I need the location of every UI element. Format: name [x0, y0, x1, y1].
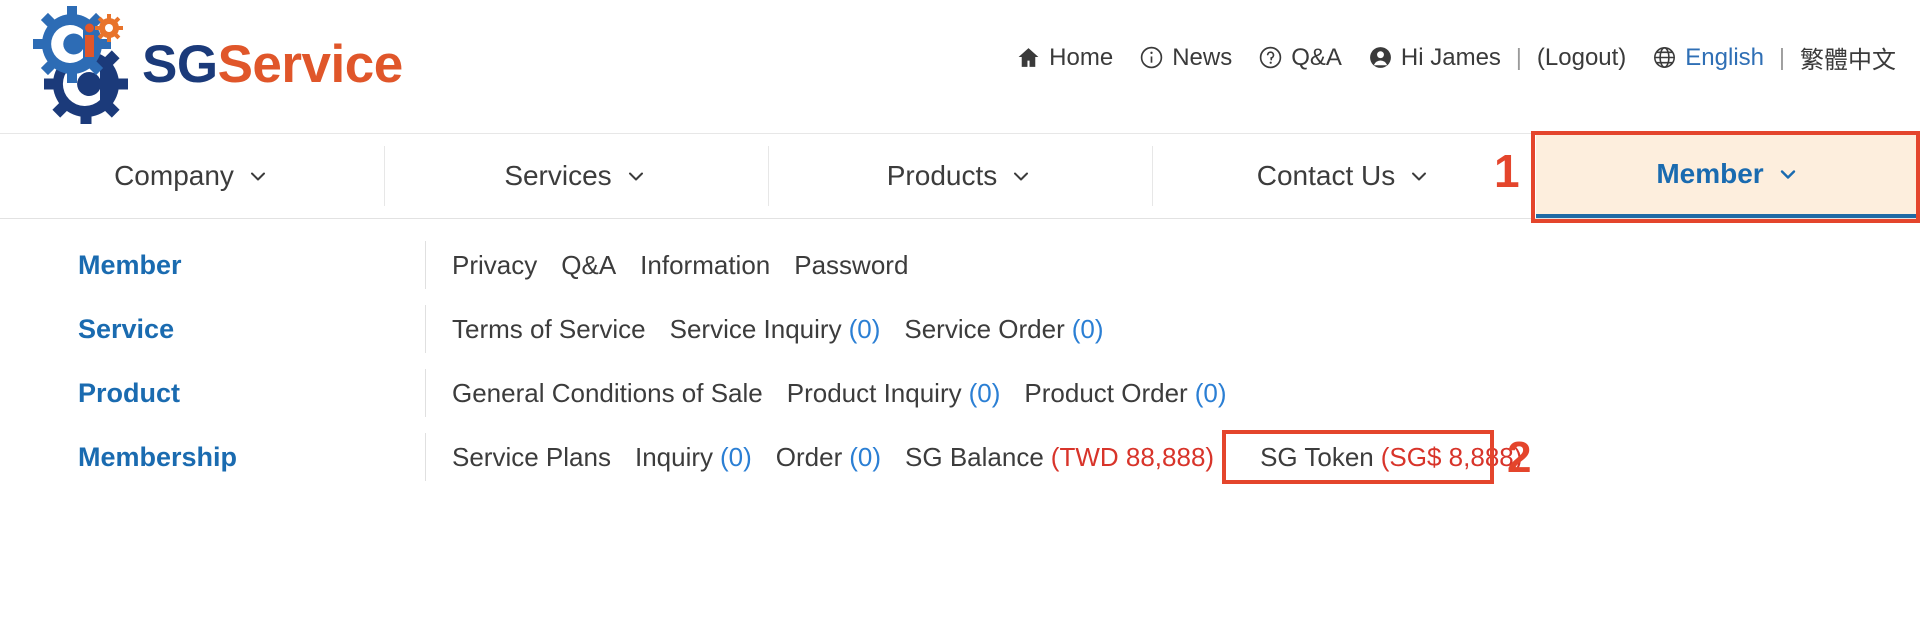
gear-logo-icon: [26, 4, 138, 126]
link-general-conditions-of-sale[interactable]: General Conditions of Sale: [452, 378, 763, 409]
link-inquiry[interactable]: Inquiry (0): [635, 442, 752, 473]
page-header: SGService Home News Q&A Hi James | (Logo…: [0, 0, 1920, 133]
chevron-down-icon: [1009, 164, 1033, 188]
main-navigation: Company Services Products Contact Us Mem…: [0, 131, 1920, 223]
chevron-down-icon: [246, 164, 270, 188]
link-password-label: Password: [794, 249, 909, 280]
link-service-order-count: (0): [1071, 313, 1104, 344]
top-link-news-label: News: [1172, 43, 1233, 71]
nav-item-services-label: Services: [504, 160, 612, 191]
logo[interactable]: SGService: [26, 2, 403, 127]
language-chinese[interactable]: 繁體中文: [1800, 40, 1896, 75]
link-order-label: Order: [775, 441, 843, 472]
link-privacy[interactable]: Privacy: [452, 250, 537, 281]
nav-item-products-label: Products: [886, 160, 998, 191]
link-service-order[interactable]: Service Order (0): [904, 314, 1103, 345]
annotation-number-1: 1: [1494, 145, 1520, 197]
language-english[interactable]: English: [1685, 44, 1764, 72]
link-sg-balance[interactable]: SG Balance (TWD 88,888): [905, 442, 1214, 473]
link-service-plans-label: Service Plans: [452, 441, 611, 472]
link-privacy-label: Privacy: [452, 249, 538, 280]
top-link-user-label: Hi James: [1400, 43, 1501, 71]
dropdown-row-member: Member Privacy Q&A Information Password: [0, 233, 1920, 297]
link-terms-of-service[interactable]: Terms of Service: [452, 314, 646, 345]
link-qa[interactable]: Q&A: [561, 250, 616, 281]
chevron-down-icon: [624, 164, 648, 188]
nav-item-products[interactable]: Products: [768, 134, 1152, 218]
link-service-order-label: Service Order: [904, 313, 1065, 344]
annotation-number-2: 2: [1507, 433, 1532, 482]
link-sg-balance-label: SG Balance: [905, 441, 1044, 472]
nav-item-company-label: Company: [114, 160, 234, 191]
link-information[interactable]: Information: [640, 250, 770, 281]
link-inquiry-label: Inquiry: [634, 441, 714, 472]
top-link-news[interactable]: News: [1139, 44, 1232, 72]
link-order-count: (0): [849, 441, 882, 472]
link-product-inquiry-count: (0): [968, 377, 1001, 408]
link-sg-token[interactable]: SG Token (SG$ 8,888): [1260, 442, 1522, 473]
globe-icon: [1652, 45, 1677, 70]
logo-text-service: Service: [217, 35, 404, 94]
link-product-order-label: Product Order: [1024, 377, 1188, 408]
question-circle-icon: [1258, 45, 1283, 70]
nav-item-company[interactable]: Company: [0, 134, 384, 218]
link-inquiry-count: (0): [720, 441, 752, 472]
link-product-order[interactable]: Product Order (0): [1024, 378, 1226, 409]
top-link-user[interactable]: Hi James | (Logout): [1368, 44, 1626, 72]
dropdown-category-service[interactable]: Service: [78, 314, 425, 345]
link-general-conditions-of-sale-label: General Conditions of Sale: [452, 377, 763, 408]
member-dropdown-panel: Member Privacy Q&A Information Password …: [0, 219, 1920, 489]
dropdown-row-service: Service Terms of Service Service Inquiry…: [0, 297, 1920, 361]
link-service-plans[interactable]: Service Plans: [452, 442, 611, 473]
link-qa-label: Q&A: [561, 249, 617, 280]
nav-item-member-label: Member: [1656, 158, 1764, 189]
nav-item-contact-us[interactable]: Contact Us: [1152, 134, 1536, 218]
logo-text-sg: SG: [142, 35, 218, 94]
top-link-qa[interactable]: Q&A: [1258, 44, 1342, 72]
dropdown-row-membership: Membership Service Plans Inquiry (0) Ord…: [0, 425, 1920, 489]
dropdown-category-product[interactable]: Product: [78, 378, 425, 409]
dropdown-category-member[interactable]: Member: [78, 250, 425, 281]
link-password[interactable]: Password: [794, 250, 908, 281]
dropdown-row-product: Product General Conditions of Sale Produ…: [0, 361, 1920, 425]
top-link-home-label: Home: [1049, 43, 1114, 71]
logout-link[interactable]: (Logout): [1537, 44, 1626, 72]
dropdown-links-membership: Service Plans Inquiry (0) Order (0) SG B…: [425, 433, 1920, 481]
language-switcher: English | 繁體中文: [1652, 40, 1896, 75]
link-order[interactable]: Order (0): [776, 442, 881, 473]
logo-text: SGService: [142, 34, 403, 95]
user-circle-icon: [1368, 45, 1393, 70]
info-circle-icon: [1139, 45, 1164, 70]
link-information-label: Information: [640, 249, 771, 280]
link-sg-token-label: SG Token: [1260, 441, 1374, 472]
link-sg-balance-amount: (TWD 88,888): [1050, 441, 1215, 472]
link-terms-of-service-label: Terms of Service: [452, 313, 646, 344]
link-service-inquiry-label: Service Inquiry: [669, 313, 842, 344]
link-service-inquiry-count: (0): [848, 313, 881, 344]
dropdown-category-membership[interactable]: Membership: [78, 442, 425, 473]
user-logout-separator: |: [1515, 44, 1522, 70]
home-icon: [1016, 45, 1041, 70]
language-separator: |: [1779, 44, 1785, 70]
top-link-home[interactable]: Home: [1016, 44, 1113, 72]
nav-item-contact-us-label: Contact Us: [1256, 160, 1396, 191]
nav-item-member[interactable]: Member: [1536, 134, 1920, 218]
dropdown-links-service: Terms of Service Service Inquiry (0) Ser…: [425, 305, 1920, 353]
link-product-inquiry-label: Product Inquiry: [786, 377, 962, 408]
top-link-qa-label: Q&A: [1291, 43, 1342, 71]
link-sg-token-amount: (SG$ 8,888): [1380, 441, 1523, 472]
dropdown-links-product: General Conditions of Sale Product Inqui…: [425, 369, 1920, 417]
nav-item-services[interactable]: Services: [384, 134, 768, 218]
link-product-inquiry[interactable]: Product Inquiry (0): [787, 378, 1001, 409]
top-utility-links: Home News Q&A Hi James | (Logout) Englis…: [1016, 40, 1896, 75]
link-service-inquiry[interactable]: Service Inquiry (0): [670, 314, 881, 345]
chevron-down-icon: [1776, 162, 1800, 186]
link-product-order-count: (0): [1194, 377, 1227, 408]
dropdown-links-member: Privacy Q&A Information Password: [425, 241, 1920, 289]
chevron-down-icon: [1407, 164, 1431, 188]
